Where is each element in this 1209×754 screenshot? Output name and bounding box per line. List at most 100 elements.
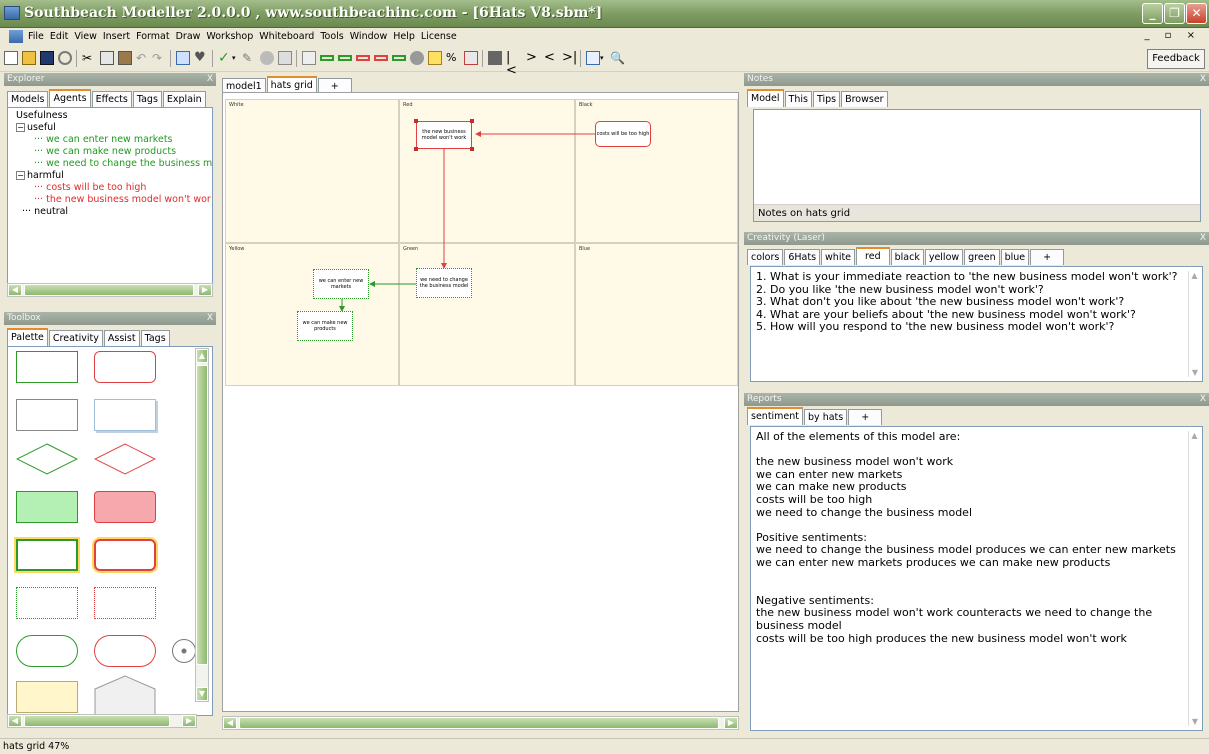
resize-handle[interactable] bbox=[470, 119, 474, 123]
creativity-vscrollbar[interactable]: ▲ ▼ bbox=[1188, 271, 1200, 377]
zoom-icon[interactable]: 🔍 bbox=[610, 51, 625, 65]
palette-vscrollbar[interactable]: ▲ ▼ bbox=[195, 348, 209, 702]
paste-icon[interactable] bbox=[118, 51, 132, 65]
close-button[interactable]: ✕ bbox=[1186, 3, 1207, 24]
tab-palette[interactable]: Palette bbox=[7, 328, 48, 346]
menu-tools[interactable]: Tools bbox=[320, 31, 343, 42]
redo-icon[interactable]: ↷ bbox=[152, 51, 166, 65]
tab-black[interactable]: black bbox=[890, 249, 924, 265]
palette-green-rect[interactable] bbox=[16, 351, 78, 383]
tab-by-hats[interactable]: by hats bbox=[804, 409, 848, 425]
green-box-tool-2-icon[interactable] bbox=[338, 55, 352, 61]
menu-view[interactable]: View bbox=[74, 31, 97, 42]
palette-blue-rect[interactable] bbox=[94, 399, 156, 431]
scroll-right-icon[interactable]: ▶ bbox=[724, 717, 738, 729]
cut-icon[interactable]: ✂ bbox=[82, 51, 96, 65]
scroll-thumb[interactable] bbox=[24, 715, 170, 727]
scroll-down-icon[interactable]: ▼ bbox=[1189, 368, 1201, 377]
palette-circle[interactable] bbox=[172, 639, 196, 663]
palette-dotted-green[interactable] bbox=[16, 587, 78, 619]
palette-highlight-red[interactable] bbox=[94, 539, 156, 571]
tab-agents[interactable]: Agents bbox=[49, 89, 91, 107]
tree-node-harmful[interactable]: − harmful bbox=[16, 170, 208, 182]
tab-explain[interactable]: Explain bbox=[162, 91, 206, 107]
scroll-down-icon[interactable]: ▼ bbox=[1189, 717, 1201, 726]
scroll-left-icon[interactable]: ◀ bbox=[8, 715, 22, 727]
palette-red-filled[interactable] bbox=[94, 491, 156, 523]
tree-node-neutral[interactable]: ··· neutral bbox=[22, 206, 208, 218]
menu-window[interactable]: Window bbox=[350, 31, 387, 42]
menu-help[interactable]: Help bbox=[393, 31, 415, 42]
palette-gray-rect[interactable] bbox=[16, 399, 78, 431]
report-icon[interactable] bbox=[464, 51, 478, 65]
new-file-icon[interactable] bbox=[4, 51, 18, 65]
report-vscrollbar[interactable]: ▲ ▼ bbox=[1188, 431, 1200, 726]
scroll-down-icon[interactable]: ▼ bbox=[196, 687, 208, 701]
palette-dotted-red[interactable] bbox=[94, 587, 156, 619]
palette-green-filled[interactable] bbox=[16, 491, 78, 523]
explorer-close-icon[interactable]: X bbox=[207, 73, 213, 86]
tab-green[interactable]: green bbox=[964, 249, 1000, 265]
tab-model[interactable]: Model bbox=[747, 89, 784, 107]
toolbox-close-icon[interactable]: X bbox=[207, 312, 213, 325]
node-enter-new-markets[interactable]: we can enter new markets bbox=[313, 269, 369, 299]
layout-icon[interactable] bbox=[302, 51, 316, 65]
first-icon[interactable]: |< bbox=[506, 51, 520, 77]
tab-white[interactable]: white bbox=[821, 249, 856, 265]
palette-note[interactable] bbox=[16, 681, 78, 713]
percent-icon[interactable]: % bbox=[446, 51, 460, 65]
red-box-tool-2-icon[interactable] bbox=[374, 55, 388, 61]
palette-red-pill[interactable] bbox=[94, 635, 156, 667]
green-box-tool-3-icon[interactable] bbox=[392, 55, 406, 61]
tree-item[interactable]: ··· we can make new products bbox=[34, 146, 208, 158]
explorer-hscrollbar[interactable]: ◀ ▶ bbox=[7, 283, 213, 297]
tab-models[interactable]: Models bbox=[7, 91, 49, 107]
scroll-thumb[interactable] bbox=[24, 284, 194, 296]
resize-handle[interactable] bbox=[414, 119, 418, 123]
check-icon[interactable]: ✓ bbox=[218, 51, 232, 65]
notes-editor[interactable]: Notes on hats grid bbox=[753, 109, 1201, 222]
tree-item[interactable]: ··· we need to change the business m bbox=[34, 158, 212, 170]
tab-6hats[interactable]: 6Hats bbox=[784, 249, 821, 265]
save-icon[interactable] bbox=[40, 51, 54, 65]
tree-node-useful[interactable]: − useful bbox=[16, 122, 208, 134]
circle-tool-icon[interactable] bbox=[410, 51, 424, 65]
tab-tags[interactable]: Tags bbox=[132, 91, 162, 107]
palette-green-diamond[interactable] bbox=[16, 443, 78, 475]
maximize-button[interactable]: ❐ bbox=[1164, 3, 1185, 24]
document-icon[interactable] bbox=[9, 30, 23, 43]
undo-icon[interactable]: ↶ bbox=[136, 51, 150, 65]
canvas-hscrollbar[interactable]: ◀ ▶ bbox=[222, 716, 739, 730]
palette-hscrollbar[interactable]: ◀ ▶ bbox=[7, 714, 197, 728]
node-make-new-products[interactable]: we can make new products bbox=[297, 311, 353, 341]
menu-format[interactable]: Format bbox=[136, 31, 169, 42]
scroll-right-icon[interactable]: ▶ bbox=[198, 284, 212, 296]
reports-close-icon[interactable]: X bbox=[1200, 393, 1206, 406]
notes-close-icon[interactable]: X bbox=[1200, 73, 1206, 86]
tree-root[interactable]: Usefulness bbox=[16, 110, 208, 122]
tree-item[interactable]: ··· costs will be too high bbox=[34, 182, 208, 194]
open-folder-icon[interactable] bbox=[22, 51, 36, 65]
menu-insert[interactable]: Insert bbox=[103, 31, 130, 42]
pencil-icon[interactable]: ✎ bbox=[242, 51, 256, 65]
info-icon[interactable] bbox=[260, 51, 274, 65]
next-icon[interactable]: > bbox=[526, 51, 540, 65]
scroll-thumb[interactable] bbox=[239, 717, 719, 729]
tab-red[interactable]: red bbox=[856, 247, 890, 265]
menu-whiteboard[interactable]: Whiteboard bbox=[259, 31, 314, 42]
node-new-business-model[interactable]: the new business model won't work bbox=[416, 121, 472, 149]
scroll-up-icon[interactable]: ▲ bbox=[196, 349, 208, 363]
scroll-thumb[interactable] bbox=[196, 365, 208, 665]
tab-blue[interactable]: blue bbox=[1000, 249, 1030, 265]
previous-icon[interactable]: < bbox=[544, 51, 558, 65]
resize-handle[interactable] bbox=[470, 147, 474, 151]
minimize-button[interactable]: _ bbox=[1142, 3, 1163, 24]
last-icon[interactable]: >| bbox=[562, 51, 577, 65]
menu-license[interactable]: License bbox=[421, 31, 457, 42]
tab-assist[interactable]: Assist bbox=[103, 330, 140, 346]
tab-add[interactable]: + bbox=[1030, 249, 1065, 265]
green-box-tool-icon[interactable] bbox=[320, 55, 334, 61]
scroll-up-icon[interactable]: ▲ bbox=[1189, 271, 1200, 280]
palette-red-diamond[interactable] bbox=[94, 443, 156, 475]
menu-workshop[interactable]: Workshop bbox=[206, 31, 253, 42]
